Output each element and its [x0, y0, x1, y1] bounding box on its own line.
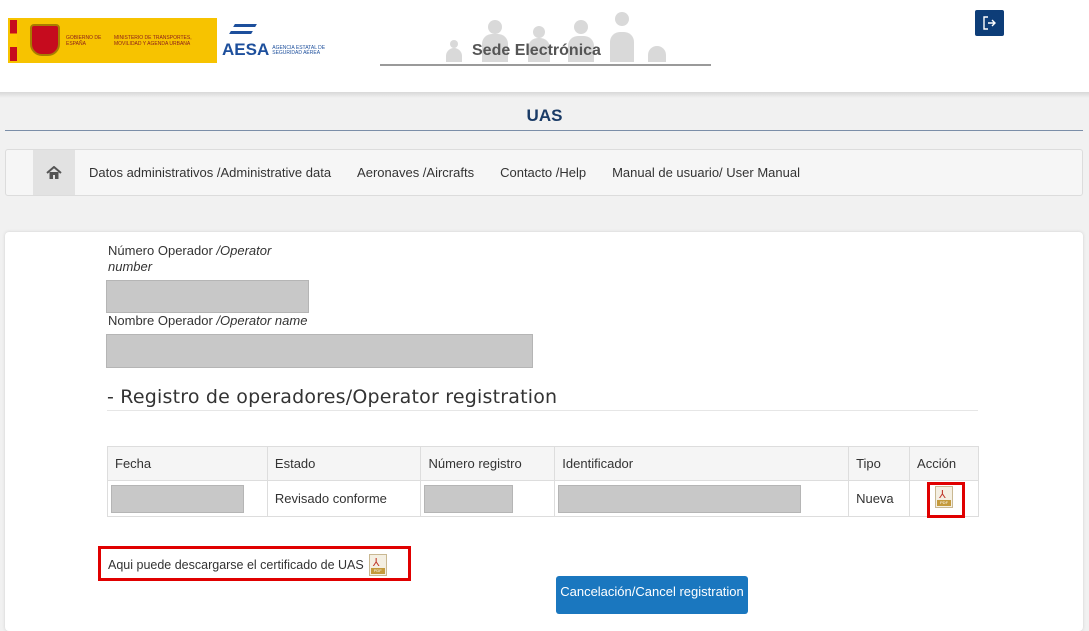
- cancel-registration-button[interactable]: Cancelación/Cancel registration: [556, 576, 748, 614]
- aesa-logo-subtitle: AGENCIA ESTATAL DE SEGURIDAD AÉREA: [272, 45, 326, 56]
- column-header-estado: Estado: [266, 446, 422, 481]
- pdf-icon[interactable]: ⅄ PDF: [368, 554, 387, 576]
- operator-number-field[interactable]: [106, 280, 309, 313]
- aesa-wing-icon: [229, 24, 257, 34]
- cell-tipo: Nueva: [848, 480, 911, 517]
- redacted-value: [558, 484, 802, 513]
- registration-table: Fecha Estado Número registro Identificad…: [107, 446, 979, 517]
- redacted-value: [111, 484, 244, 513]
- highlight-box: [927, 482, 965, 518]
- column-header-identificador: Identificador: [554, 446, 850, 481]
- aesa-logo-mark: AESA: [222, 40, 270, 59]
- column-header-accion: Acción: [909, 446, 979, 481]
- section-title: - Registro de operadores/Operator regist…: [107, 386, 558, 408]
- spain-coat-of-arms-icon: [8, 18, 66, 63]
- certificate-download-text: Aqui puede descargarse el certificado de…: [108, 558, 364, 572]
- operator-card: Número Operador /Operator number Nombre …: [5, 232, 1083, 631]
- portal-title: Sede Electrónica: [472, 42, 601, 59]
- column-header-numero-registro: Número registro: [420, 446, 556, 481]
- column-header-fecha: Fecha: [107, 446, 268, 481]
- home-icon: [46, 165, 62, 179]
- main-navbar: Datos administrativos /Administrative da…: [5, 149, 1083, 196]
- operator-number-label: Número Operador /Operator number: [108, 243, 272, 274]
- nav-item-user-manual[interactable]: Manual de usuario/ User Manual: [612, 165, 800, 180]
- operator-name-field[interactable]: [106, 334, 533, 368]
- redacted-value: [424, 484, 514, 513]
- logout-button[interactable]: [975, 10, 1004, 36]
- cell-identificador: [554, 480, 850, 517]
- column-header-tipo: Tipo: [848, 446, 911, 481]
- cell-estado: Revisado conforme: [266, 480, 422, 517]
- ministry-logo-text: MINISTERIO DE TRANSPORTES, MOVILIDAD Y A…: [114, 34, 192, 47]
- government-logo-text: GOBIERNO DE ESPAÑA: [66, 34, 102, 47]
- aesa-logo: AESA AGENCIA ESTATAL DE SEGURIDAD AÉREA: [222, 24, 332, 60]
- nav-item-aircrafts[interactable]: Aeronaves /Aircrafts: [357, 165, 474, 180]
- section-divider: [107, 410, 978, 411]
- table-header-row: Fecha Estado Número registro Identificad…: [107, 446, 979, 481]
- certificate-download-link[interactable]: Aqui puede descargarse el certificado de…: [108, 554, 387, 576]
- nav-item-administrative-data[interactable]: Datos administrativos /Administrative da…: [89, 165, 331, 180]
- government-logo: GOBIERNO DE ESPAÑA MINISTERIO DE TRANSPO…: [8, 18, 217, 63]
- table-row: Revisado conforme Nueva ⅄ PDF: [107, 480, 979, 517]
- title-divider: [5, 130, 1083, 131]
- site-header: GOBIERNO DE ESPAÑA MINISTERIO DE TRANSPO…: [0, 0, 1089, 92]
- cell-fecha: [107, 480, 268, 517]
- cell-numero-registro: [420, 480, 556, 517]
- app-title: UAS: [526, 106, 563, 125]
- nav-home-button[interactable]: [33, 150, 75, 195]
- nav-item-help[interactable]: Contacto /Help: [500, 165, 586, 180]
- sede-electronica-banner: Sede Electrónica: [380, 10, 711, 66]
- logout-icon: [982, 16, 996, 30]
- operator-name-label: Nombre Operador /Operator name: [108, 313, 308, 328]
